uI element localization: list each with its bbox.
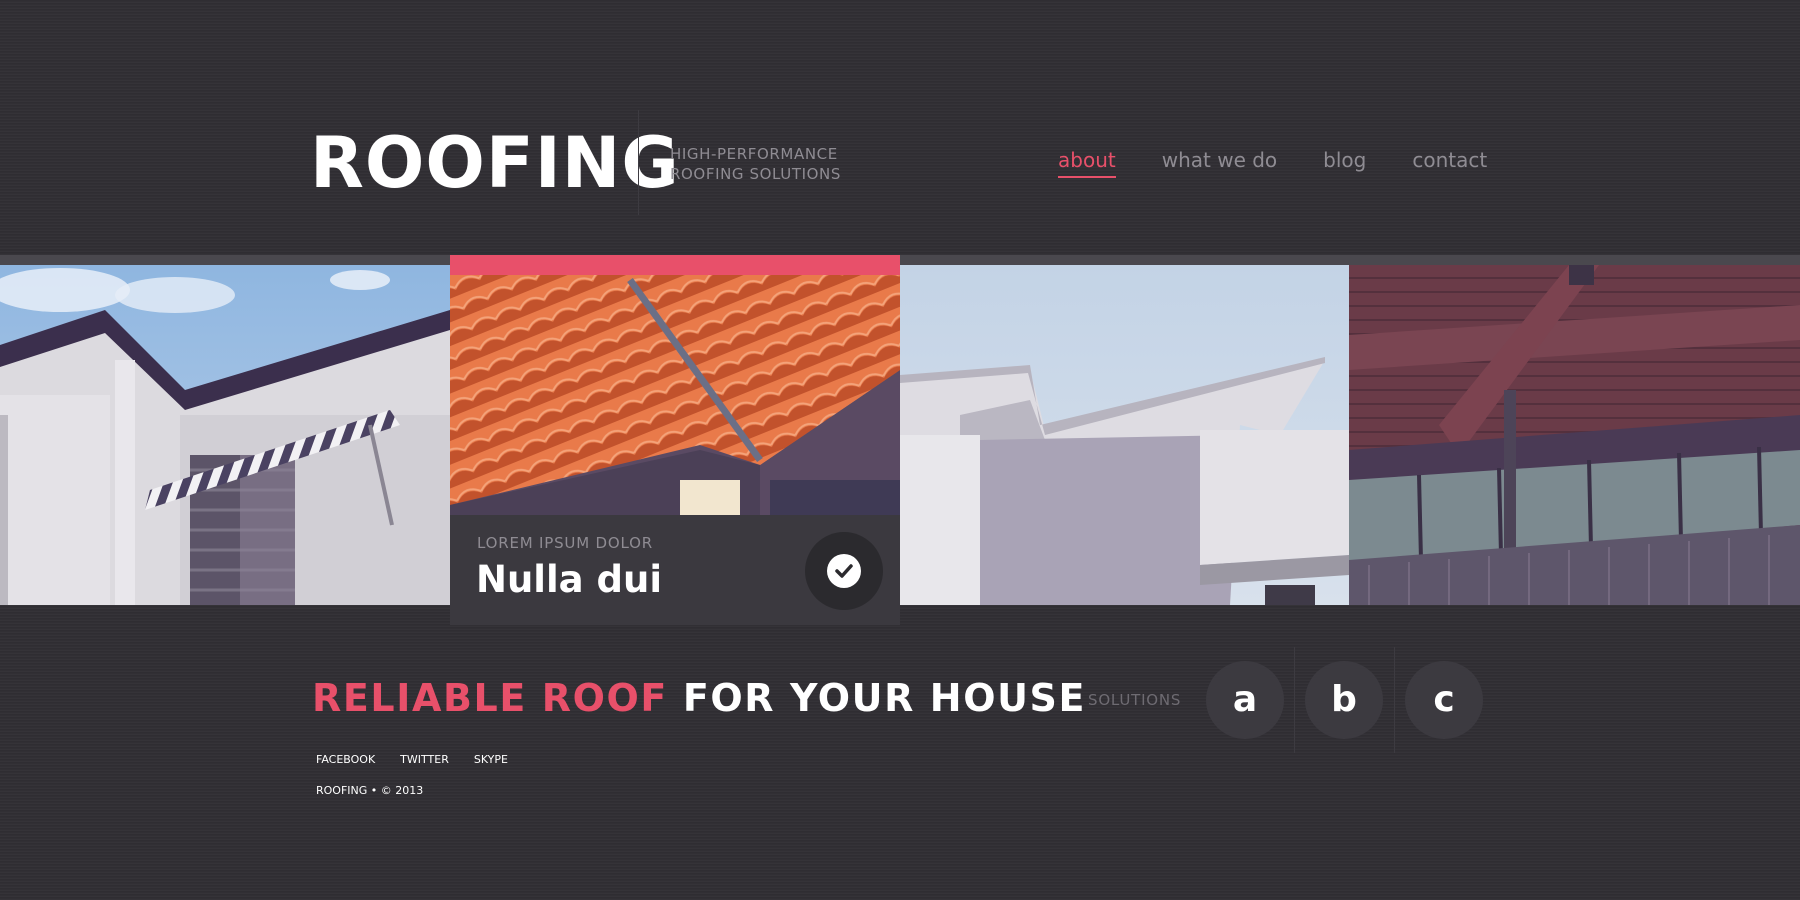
- gallery-image-modern-house[interactable]: [900, 265, 1349, 605]
- nav-item-what-we-do[interactable]: what we do: [1162, 146, 1277, 174]
- modern-house-illustration: [900, 265, 1349, 605]
- footer-copyright: ROOFING • © 2013: [316, 784, 424, 797]
- awning-house-illustration: [0, 265, 450, 605]
- solution-button-b[interactable]: b: [1305, 661, 1383, 739]
- solutions-divider-2: [1394, 647, 1395, 753]
- main-nav: about what we do blog contact: [1058, 146, 1487, 178]
- solutions-label: SOLUTIONS: [1088, 691, 1182, 709]
- check-mark-glyph: [835, 564, 853, 578]
- solution-button-c[interactable]: c: [1405, 661, 1483, 739]
- solutions-divider-1: [1294, 647, 1295, 753]
- gallery-top-strip: [0, 255, 1800, 265]
- social-link-twitter[interactable]: TWITTER: [400, 752, 449, 768]
- nav-item-blog[interactable]: blog: [1323, 146, 1366, 174]
- social-link-facebook[interactable]: FACEBOOK: [316, 752, 375, 768]
- logo-divider: [638, 110, 639, 215]
- social-link-skype[interactable]: SKYPE: [474, 752, 508, 768]
- solution-button-a[interactable]: a: [1206, 661, 1284, 739]
- featured-card-check-button[interactable]: [805, 532, 883, 610]
- featured-card-eyebrow: LOREM IPSUM DOLOR: [477, 534, 653, 552]
- site-logo[interactable]: ROOFING: [310, 122, 680, 204]
- nav-item-about[interactable]: about: [1058, 146, 1116, 178]
- featured-card-accent-bar: [450, 255, 900, 275]
- gallery-image-wood-overhang[interactable]: [1349, 265, 1800, 605]
- featured-card[interactable]: LOREM IPSUM DOLOR Nulla dui: [450, 255, 900, 625]
- check-icon: [827, 554, 861, 588]
- featured-card-title: Nulla dui: [476, 558, 663, 601]
- terracotta-roof-image: [450, 275, 900, 515]
- wood-overhang-illustration: [1349, 265, 1800, 605]
- headline-rest: FOR YOUR HOUSE: [682, 676, 1087, 720]
- headline-accent: RELIABLE ROOF: [312, 676, 668, 720]
- social-links: FACEBOOK TWITTER SKYPE: [316, 752, 533, 768]
- site-tagline: HIGH-PERFORMANCE ROOFING SOLUTIONS: [670, 144, 841, 184]
- gallery-image-awning-house[interactable]: [0, 265, 450, 605]
- tagline-line-2: ROOFING SOLUTIONS: [670, 165, 841, 183]
- nav-item-contact[interactable]: contact: [1412, 146, 1487, 174]
- main-headline: RELIABLE ROOF FOR YOUR HOUSE: [312, 674, 1086, 722]
- tagline-line-1: HIGH-PERFORMANCE: [670, 145, 838, 163]
